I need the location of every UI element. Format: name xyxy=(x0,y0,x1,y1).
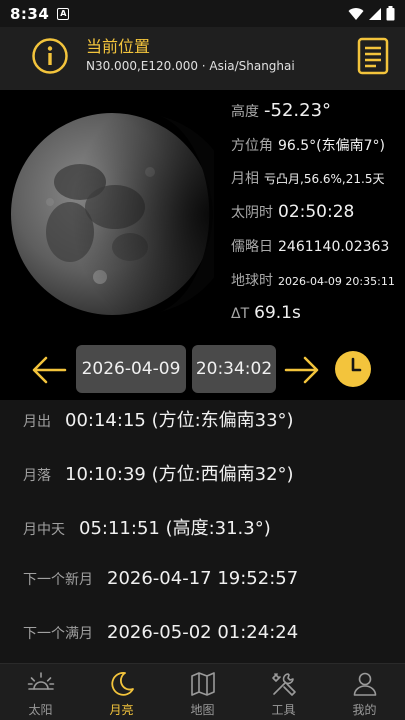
nav-item-moon[interactable]: 月亮 xyxy=(81,664,162,720)
location-header: 当前位置 N30.000,E120.000 · Asia/Shanghai xyxy=(0,27,405,90)
phase-value: 亏凸月,56.6%,21.5天 xyxy=(264,172,385,186)
info-icon[interactable] xyxy=(31,37,69,75)
bottom-navigation: 太阳 月亮 地图 工具 我的 xyxy=(0,663,405,720)
list-item: 月出 00:14:15 (方位:东偏南33°) xyxy=(23,410,294,431)
list-item: 月中天 05:11:51 (高度:31.3°) xyxy=(23,518,271,539)
status-bar: 8:34 A xyxy=(0,0,405,27)
notification-icon: A xyxy=(57,7,70,20)
status-time: 8:34 xyxy=(10,4,50,23)
wifi-icon xyxy=(348,7,364,20)
delta-t-row: ΔT 69.1s xyxy=(231,303,301,323)
document-icon[interactable] xyxy=(357,37,389,75)
nav-item-tools[interactable]: 工具 xyxy=(243,664,324,720)
lunar-time-row: 太阴时 02:50:28 xyxy=(231,202,355,222)
delta-t-value: 69.1s xyxy=(254,303,301,323)
user-icon xyxy=(353,672,376,696)
list-item: 月落 10:10:39 (方位:西偏南32°) xyxy=(23,464,294,485)
list-item: 下一个新月 2026-04-17 19:52:57 xyxy=(23,568,299,589)
list-item: 下一个满月 2026-05-02 01:24:24 xyxy=(23,622,299,643)
tools-icon xyxy=(271,673,296,696)
sun-icon xyxy=(27,672,54,690)
arrow-right-icon[interactable] xyxy=(284,352,320,388)
moon-info-panel: 高度 -52.23° 方位角 96.5°(东偏南7°) 月相 亏凸月,56.6%… xyxy=(0,90,405,340)
earth-time-value: 2026-04-09 20:35:11 xyxy=(278,275,395,288)
azimuth-value: 96.5°(东偏南7°) xyxy=(278,138,386,154)
map-icon xyxy=(190,672,215,696)
clock-icon[interactable] xyxy=(335,351,371,387)
moon-events-list: 月出 00:14:15 (方位:东偏南33°) 月落 10:10:39 (方位:… xyxy=(0,400,405,663)
location-coordinates[interactable]: N30.000,E120.000 · Asia/Shanghai xyxy=(86,59,295,73)
battery-icon xyxy=(386,6,395,21)
moon-icon xyxy=(110,672,134,696)
altitude-value: -52.23° xyxy=(264,100,332,121)
moon-phase-image xyxy=(11,113,214,315)
cellular-icon xyxy=(369,7,381,20)
nav-item-sun[interactable]: 太阳 xyxy=(0,664,81,720)
date-picker-button[interactable]: 2026-04-09 xyxy=(76,345,186,393)
julian-day-row: 儒略日 2461140.02363 xyxy=(231,239,390,255)
nav-item-profile[interactable]: 我的 xyxy=(324,664,405,720)
altitude-row: 高度 -52.23° xyxy=(231,100,332,121)
time-picker-button[interactable]: 20:34:02 xyxy=(192,345,276,393)
location-title[interactable]: 当前位置 xyxy=(86,33,150,57)
nav-item-map[interactable]: 地图 xyxy=(162,664,243,720)
earth-time-row: 地球时 2026-04-09 20:35:11 xyxy=(231,273,395,289)
azimuth-row: 方位角 96.5°(东偏南7°) xyxy=(231,135,385,155)
lunar-time-value: 02:50:28 xyxy=(278,202,355,222)
julian-day-value: 2461140.02363 xyxy=(278,239,390,255)
phase-row: 月相 亏凸月,56.6%,21.5天 xyxy=(231,171,385,187)
arrow-left-icon[interactable] xyxy=(31,352,67,388)
